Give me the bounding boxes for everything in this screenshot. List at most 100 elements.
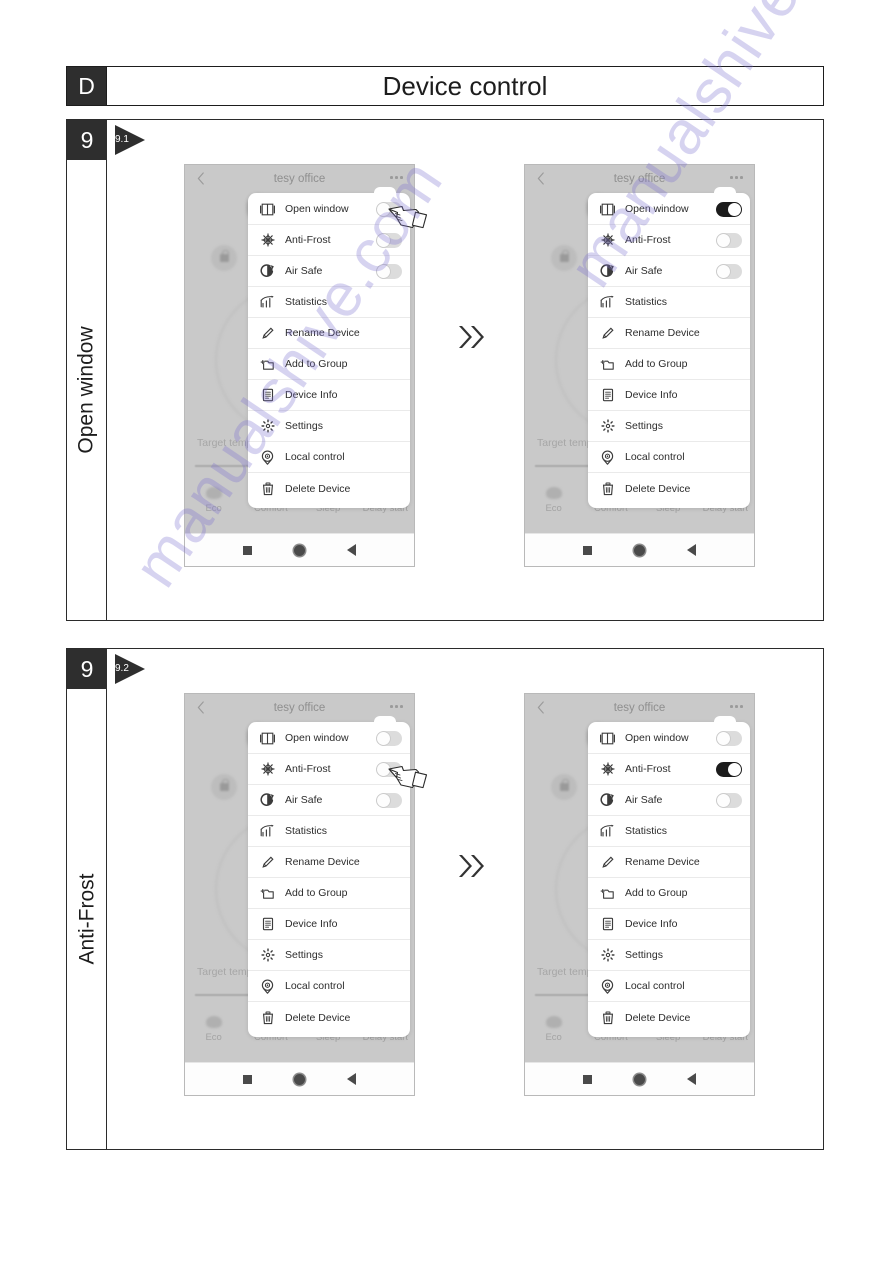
menu-item[interactable]: Rename Device: [588, 847, 750, 878]
menu-item[interactable]: Device Info: [248, 909, 410, 940]
menu-item[interactable]: Anti-Frost: [588, 754, 750, 785]
menu-item[interactable]: Statistics: [248, 816, 410, 847]
document-icon: [599, 387, 616, 404]
menu-item[interactable]: Air Safe: [588, 785, 750, 816]
menu-item[interactable]: Rename Device: [248, 318, 410, 349]
circle-icon[interactable]: [634, 544, 645, 556]
menu-item[interactable]: Delete Device: [588, 473, 750, 504]
back-triangle-icon[interactable]: [347, 544, 356, 556]
back-triangle-icon[interactable]: [347, 1073, 356, 1085]
toggle-switch[interactable]: [716, 761, 742, 777]
menu-item[interactable]: Settings: [248, 940, 410, 971]
menu-item[interactable]: Statistics: [248, 287, 410, 318]
location-pin-icon: [599, 978, 616, 995]
mode-item[interactable]: Eco: [525, 1016, 582, 1043]
menu-item[interactable]: Air Safe: [248, 785, 410, 816]
toggle-switch[interactable]: [716, 263, 742, 279]
menu-item[interactable]: Settings: [588, 411, 750, 442]
menu-item[interactable]: Add to Group: [588, 349, 750, 380]
toggle-switch[interactable]: [716, 792, 742, 808]
menu-item[interactable]: Device Info: [248, 380, 410, 411]
section-letter-badge: D: [67, 67, 107, 105]
more-options-icon[interactable]: [390, 705, 403, 708]
gear-icon: [599, 418, 616, 435]
menu-item[interactable]: Local control: [248, 442, 410, 473]
double-chevron-right-icon: [457, 322, 491, 352]
menu-item[interactable]: Statistics: [588, 816, 750, 847]
menu-item[interactable]: Device Info: [588, 909, 750, 940]
menu-item[interactable]: Air Safe: [248, 256, 410, 287]
menu-item[interactable]: Add to Group: [248, 878, 410, 909]
menu-item[interactable]: Rename Device: [588, 318, 750, 349]
step-sidebar: 9 Open window: [67, 120, 107, 620]
menu-item[interactable]: Anti-Frost: [588, 225, 750, 256]
toggle-switch[interactable]: [716, 730, 742, 746]
more-options-icon[interactable]: [730, 705, 743, 708]
menu-item[interactable]: Delete Device: [248, 473, 410, 504]
more-options-icon[interactable]: [730, 176, 743, 179]
menu-item-label: Statistics: [625, 296, 668, 308]
more-options-icon[interactable]: [390, 176, 403, 179]
menu-item[interactable]: Anti-Frost: [248, 225, 410, 256]
menu-item[interactable]: Delete Device: [248, 1002, 410, 1033]
back-triangle-icon[interactable]: [687, 544, 696, 556]
mode-item[interactable]: Eco: [185, 487, 242, 514]
toggle-switch[interactable]: [716, 232, 742, 248]
app-title: tesy office: [273, 702, 326, 714]
android-nav-bar: [525, 533, 754, 566]
back-button[interactable]: [537, 701, 545, 716]
pencil-icon: [599, 325, 616, 342]
menu-item-label: Device Info: [285, 389, 338, 401]
open-window-icon: [599, 201, 616, 218]
menu-item-label: Settings: [625, 949, 663, 961]
menu-item[interactable]: Anti-Frost: [248, 754, 410, 785]
mode-label: Eco: [205, 1032, 222, 1043]
toggle-switch[interactable]: [376, 792, 402, 808]
menu-item[interactable]: Add to Group: [248, 349, 410, 380]
back-button[interactable]: [197, 172, 205, 187]
menu-item[interactable]: Settings: [248, 411, 410, 442]
air-safe-icon: [259, 792, 276, 809]
phone-mockup-before: Target temp Eco Comfort Sleep Delay start tes…: [184, 164, 415, 567]
circle-icon[interactable]: [294, 1073, 305, 1085]
menu-item[interactable]: Open window: [248, 194, 410, 225]
mode-label: Eco: [545, 503, 562, 514]
menu-item[interactable]: Open window: [588, 194, 750, 225]
page-title: Device control: [382, 70, 548, 101]
menu-item-label: Delete Device: [285, 1011, 351, 1024]
square-icon[interactable]: [583, 1074, 592, 1084]
circle-icon[interactable]: [634, 1073, 645, 1085]
back-button[interactable]: [537, 172, 545, 187]
square-icon[interactable]: [583, 545, 592, 555]
square-icon[interactable]: [243, 545, 252, 555]
mode-label: Eco: [205, 503, 222, 514]
menu-item[interactable]: Rename Device: [248, 847, 410, 878]
circle-icon[interactable]: [294, 544, 305, 556]
menu-item[interactable]: Delete Device: [588, 1002, 750, 1033]
menu-item[interactable]: Settings: [588, 940, 750, 971]
menu-item-label: Local control: [625, 980, 685, 992]
back-button[interactable]: [197, 701, 205, 716]
toggle-switch[interactable]: [376, 263, 402, 279]
toggle-switch[interactable]: [376, 730, 402, 746]
toggle-switch[interactable]: [716, 201, 742, 217]
device-options-menu: Open window Anti-Frost Air Safe Statistics R…: [588, 716, 750, 1037]
menu-item[interactable]: Open window: [588, 723, 750, 754]
menu-item[interactable]: Open window: [248, 723, 410, 754]
menu-item[interactable]: Device Info: [588, 380, 750, 411]
menu-item-label: Add to Group: [285, 887, 348, 899]
mode-item[interactable]: Eco: [525, 487, 582, 514]
menu-item[interactable]: Statistics: [588, 287, 750, 318]
trash-icon: [599, 480, 616, 497]
mode-item[interactable]: Eco: [185, 1016, 242, 1043]
menu-item[interactable]: Local control: [588, 971, 750, 1002]
menu-item[interactable]: Add to Group: [588, 878, 750, 909]
back-triangle-icon[interactable]: [687, 1073, 696, 1085]
folder-add-icon: [599, 356, 616, 373]
menu-item[interactable]: Local control: [588, 442, 750, 473]
menu-item[interactable]: Local control: [248, 971, 410, 1002]
trash-icon: [599, 1009, 616, 1026]
square-icon[interactable]: [243, 1074, 252, 1084]
toggle-switch[interactable]: [376, 232, 402, 248]
menu-item[interactable]: Air Safe: [588, 256, 750, 287]
